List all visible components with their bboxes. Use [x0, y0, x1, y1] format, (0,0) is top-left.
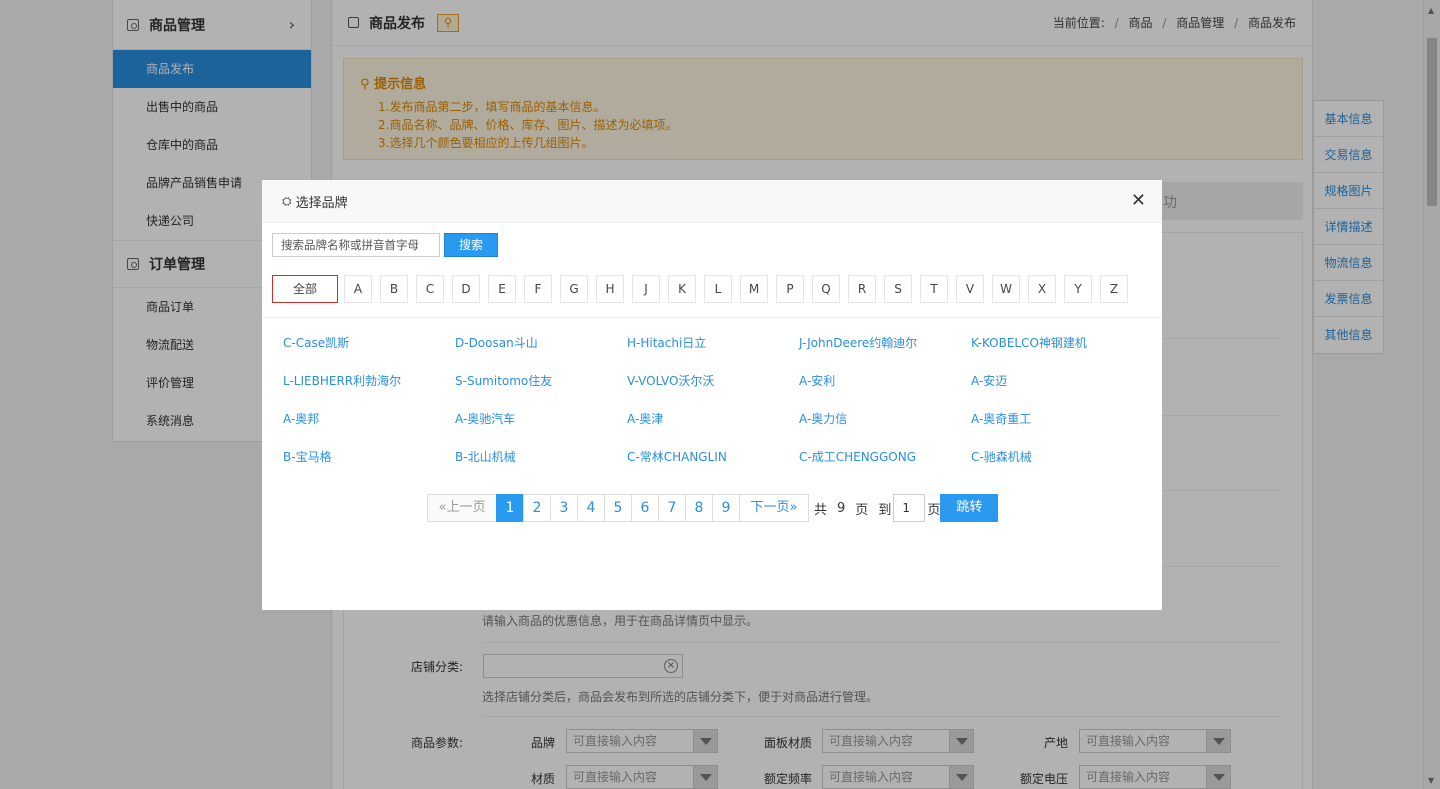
brand-link[interactable]: C-Case凯斯	[283, 334, 455, 372]
letter-r[interactable]: R	[848, 275, 876, 303]
goto-page-input[interactable]: 1	[893, 494, 926, 522]
letter-j[interactable]: J	[632, 275, 660, 303]
letter-e[interactable]: E	[488, 275, 516, 303]
brand-link[interactable]: B-北山机械	[455, 448, 627, 486]
letter-s[interactable]: S	[884, 275, 912, 303]
letter-b[interactable]: B	[380, 275, 408, 303]
letter-filter: 全部 A B C D E F G H J K L M P Q R S T V W…	[272, 275, 1136, 303]
brand-link[interactable]: A-安迈	[971, 372, 1143, 410]
brand-link[interactable]: H-Hitachi日立	[627, 334, 799, 372]
goto-label: 到	[878, 502, 892, 518]
letter-f[interactable]: F	[524, 275, 552, 303]
page-number[interactable]: 5	[604, 494, 632, 522]
brand-select-dialog: ⛭ 选择品牌 ✕ 搜索品牌名称或拼音首字母 搜索 全部 A B C D E F …	[262, 180, 1162, 610]
brand-link[interactable]: A-奥驰汽车	[455, 410, 627, 448]
brand-row: A-奥邦 A-奥驰汽车 A-奥津 A-奥力信 A-奥奇重工	[283, 410, 1153, 448]
brand-link[interactable]: A-奥奇重工	[971, 410, 1143, 448]
total-prefix: 共	[814, 502, 828, 518]
dialog-header: ⛭ 选择品牌	[262, 180, 1162, 223]
letter-q[interactable]: Q	[812, 275, 840, 303]
next-page-button[interactable]: 下一页»	[739, 494, 809, 522]
letter-x[interactable]: X	[1028, 275, 1056, 303]
page-number[interactable]: 2	[523, 494, 551, 522]
letter-k[interactable]: K	[668, 275, 696, 303]
brand-link[interactable]: J-JohnDeere约翰迪尔	[799, 334, 971, 372]
tag-icon: ⛭	[282, 193, 292, 208]
letter-all[interactable]: 全部	[272, 275, 338, 303]
letter-v[interactable]: V	[956, 275, 984, 303]
letter-c[interactable]: C	[416, 275, 444, 303]
brand-link[interactable]: L-LIEBHERR利勃海尔	[283, 372, 455, 410]
page-unit: 页	[927, 502, 941, 518]
letter-a[interactable]: A	[344, 275, 372, 303]
letter-m[interactable]: M	[740, 275, 768, 303]
letter-d[interactable]: D	[452, 275, 480, 303]
brand-link[interactable]: C-成工CHENGGONG	[799, 448, 971, 486]
brand-link[interactable]: V-VOLVO沃尔沃	[627, 372, 799, 410]
page-number[interactable]: 7	[658, 494, 686, 522]
letter-l[interactable]: L	[704, 275, 732, 303]
close-icon[interactable]: ✕	[1131, 192, 1146, 210]
page-number[interactable]: 8	[685, 494, 713, 522]
brand-link[interactable]: C-常林CHANGLIN	[627, 448, 799, 486]
letter-z[interactable]: Z	[1100, 275, 1128, 303]
brand-row: L-LIEBHERR利勃海尔 S-Sumitomo住友 V-VOLVO沃尔沃 A…	[283, 372, 1153, 410]
total-suffix: 页	[855, 502, 869, 518]
brand-link[interactable]: S-Sumitomo住友	[455, 372, 627, 410]
brand-row: B-宝马格 B-北山机械 C-常林CHANGLIN C-成工CHENGGONG …	[283, 448, 1153, 486]
pagination: «上一页 1 2 3 4 5 6 7 8 9 下一页» 共 9 页 到 1 页 …	[427, 494, 999, 522]
brand-link[interactable]: B-宝马格	[283, 448, 455, 486]
brand-link[interactable]: A-奥邦	[283, 410, 455, 448]
letter-h[interactable]: H	[596, 275, 624, 303]
brand-list: C-Case凯斯 D-Doosan斗山 H-Hitachi日立 J-JohnDe…	[283, 334, 1153, 486]
search-button[interactable]: 搜索	[444, 233, 498, 257]
page-number[interactable]: 4	[577, 494, 605, 522]
brand-link[interactable]: A-奥津	[627, 410, 799, 448]
jump-button[interactable]: 跳转	[940, 494, 999, 522]
prev-page-button[interactable]: «上一页	[427, 494, 497, 522]
brand-link[interactable]: A-安利	[799, 372, 971, 410]
divider	[262, 317, 1162, 318]
brand-link[interactable]: C-驰森机械	[971, 448, 1143, 486]
total-pages: 9	[837, 500, 846, 516]
page-number[interactable]: 6	[631, 494, 659, 522]
brand-link[interactable]: D-Doosan斗山	[455, 334, 627, 372]
letter-t[interactable]: T	[920, 275, 948, 303]
letter-p[interactable]: P	[776, 275, 804, 303]
letter-g[interactable]: G	[560, 275, 588, 303]
page-number-current[interactable]: 1	[496, 494, 524, 522]
page-number[interactable]: 3	[550, 494, 578, 522]
brand-link[interactable]: K-KOBELCO神钢建机	[971, 334, 1143, 372]
brand-search-input[interactable]: 搜索品牌名称或拼音首字母	[272, 233, 440, 257]
letter-y[interactable]: Y	[1064, 275, 1092, 303]
letter-w[interactable]: W	[992, 275, 1020, 303]
brand-row: C-Case凯斯 D-Doosan斗山 H-Hitachi日立 J-JohnDe…	[283, 334, 1153, 372]
brand-link[interactable]: A-奥力信	[799, 410, 971, 448]
dialog-title: 选择品牌	[295, 195, 348, 211]
page-number[interactable]: 9	[712, 494, 740, 522]
